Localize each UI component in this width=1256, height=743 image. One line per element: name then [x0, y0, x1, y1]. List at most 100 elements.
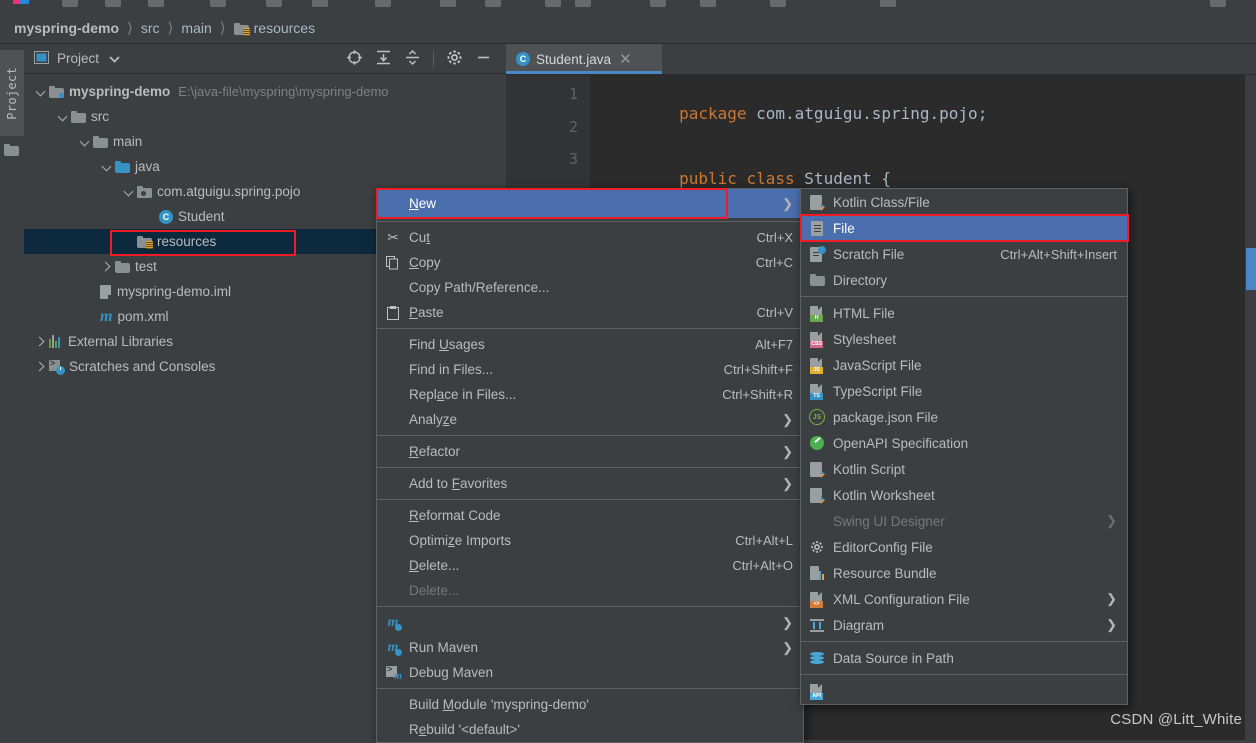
submenu-item-html-file[interactable]: H HTML File [801, 300, 1127, 326]
menu-item-label: Analyze [409, 412, 458, 427]
toolbar-icon[interactable] [375, 0, 391, 7]
tree-row-java[interactable]: java [24, 154, 506, 179]
editor-tab-student-java[interactable]: C Student.java ✕ [506, 44, 662, 74]
menu-item-copy[interactable]: Copy Ctrl+C [377, 250, 803, 275]
chevron-down-icon[interactable] [78, 135, 91, 148]
tree-row-src[interactable]: src [24, 104, 506, 129]
submenu-item-kotlin-worksheet[interactable]: Kotlin Worksheet [801, 482, 1127, 508]
toolbar-icon[interactable] [485, 0, 501, 7]
breadcrumb-item-resources[interactable]: resources [254, 20, 315, 36]
submenu-item-xml-configuration-file[interactable]: <> XML Configuration File ❯ [801, 586, 1127, 612]
menu-item-paste[interactable]: Paste Ctrl+V [377, 300, 803, 325]
settings-gear-icon[interactable] [446, 49, 463, 69]
editor-scrollbar[interactable] [1245, 75, 1256, 740]
menu-item-delete[interactable]: Delete... Ctrl+Alt+O [377, 553, 803, 578]
menu-item-label: Stylesheet [833, 331, 897, 347]
chevron-down-icon[interactable] [34, 85, 47, 98]
toolbar-icon[interactable] [770, 0, 786, 7]
breadcrumb-item-main[interactable]: main [181, 20, 211, 36]
menu-item-rebuild[interactable]: Rebuild '<default>' [377, 717, 803, 742]
chevron-down-icon[interactable] [109, 51, 120, 66]
menu-item-find-usages[interactable]: Find Usages Alt+F7 [377, 332, 803, 357]
submenu-item-diagram[interactable]: Diagram ❯ [801, 612, 1127, 638]
breadcrumb-item-src[interactable]: src [141, 20, 160, 36]
line-number: 2 [568, 118, 578, 136]
submenu-item-javascript-file[interactable]: JS JavaScript File [801, 352, 1127, 378]
submenu-item-kotlin-script[interactable]: Kotlin Script [801, 456, 1127, 482]
toolbar-icon[interactable] [700, 0, 716, 7]
submenu-item-openapi-specification[interactable]: OpenAPI Specification [801, 430, 1127, 456]
toolbar-icon[interactable] [880, 0, 896, 7]
menu-item-cut[interactable]: ✂ Cut Ctrl+X [377, 225, 803, 250]
menu-item-label: Refactor [409, 444, 461, 459]
toolbar-icon[interactable] [312, 0, 328, 7]
submenu-item-resource-bundle[interactable]: Resource Bundle [801, 560, 1127, 586]
menu-item-new[interactable]: New ❯ [377, 189, 803, 218]
scrollbar-thumb[interactable] [1246, 248, 1256, 290]
submenu-item-data-source-in-path[interactable]: Data Source in Path [801, 645, 1127, 671]
tree-row-main[interactable]: main [24, 129, 506, 154]
menu-item-reformat-code[interactable]: Reformat Code [377, 503, 803, 528]
module-folder-icon [49, 85, 64, 98]
submenu-item-http-request[interactable]: API [801, 678, 1127, 704]
menu-item-run-maven[interactable]: m ❯ [377, 610, 803, 635]
hide-panel-icon[interactable] [475, 49, 492, 69]
toolbar-icon[interactable] [105, 0, 121, 7]
toolbar-icon[interactable] [575, 0, 591, 7]
submenu-item-packagejson-file[interactable]: JS package.json File [801, 404, 1127, 430]
menu-item-label: EditorConfig File [833, 539, 933, 555]
menu-separator [801, 296, 1127, 297]
menu-item-analyze[interactable]: Analyze ❯ [377, 407, 803, 432]
toolbar-icon[interactable] [650, 0, 666, 7]
cut-icon: ✂ [387, 229, 399, 245]
menu-item-label: TypeScript File [833, 383, 923, 399]
chevron-right-icon[interactable] [100, 260, 113, 273]
submenu-item-stylesheet[interactable]: CSS Stylesheet [801, 326, 1127, 352]
menu-item-optimize-imports[interactable]: Optimize Imports Ctrl+Alt+L [377, 528, 803, 553]
collapse-all-icon[interactable] [404, 49, 421, 69]
toolbar-icon[interactable] [266, 0, 282, 7]
editorconfig-icon [809, 540, 825, 554]
toolbar-icon[interactable] [1210, 0, 1226, 7]
menu-item-open-terminal-maven[interactable]: m Debug Maven [377, 660, 803, 685]
close-icon[interactable]: ✕ [619, 50, 632, 68]
toolbar-icon[interactable] [545, 0, 561, 7]
chevron-down-icon[interactable] [56, 110, 69, 123]
chevron-down-icon[interactable] [100, 160, 113, 173]
tree-row-myspring-demo[interactable]: myspring-demo E:\java-file\myspring\mysp… [24, 79, 506, 104]
tree-label: myspring-demo.iml [117, 284, 232, 299]
chevron-right-icon[interactable] [34, 335, 47, 348]
submenu-item-directory[interactable]: Directory [801, 267, 1127, 293]
chevron-right-icon: ❯ [782, 475, 793, 491]
folder-icon [93, 135, 108, 148]
submenu-item-file[interactable]: File [801, 215, 1127, 241]
toolbar-icon[interactable] [440, 0, 456, 7]
menu-item-add-to-favorites[interactable]: Add to Favorites ❯ [377, 471, 803, 496]
menu-item-debug-maven[interactable]: m Run Maven ❯ [377, 635, 803, 660]
tool-window-button-project[interactable]: Project [0, 50, 24, 136]
diagram-icon [809, 618, 825, 632]
chevron-right-icon: ❯ [1106, 591, 1117, 606]
locate-icon[interactable] [346, 49, 363, 69]
code-text: com.atguigu.spring.pojo; [746, 104, 988, 123]
menu-item-copy-path[interactable]: Copy Path/Reference... [377, 275, 803, 300]
debug-maven-icon: m [385, 640, 403, 656]
breadcrumb-item-project[interactable]: myspring-demo [14, 20, 119, 36]
menu-item-label: Find in Files... [409, 362, 494, 377]
context-menu[interactable]: New ❯ ✂ Cut Ctrl+X Copy Ctrl+C Copy Path… [376, 188, 804, 743]
submenu-item-editorconfig-file[interactable]: EditorConfig File [801, 534, 1127, 560]
chevron-right-icon[interactable] [34, 360, 47, 373]
submenu-item-typescript-file[interactable]: TS TypeScript File [801, 378, 1127, 404]
menu-item-refactor[interactable]: Refactor ❯ [377, 439, 803, 464]
chevron-down-icon[interactable] [122, 185, 135, 198]
submenu-item-kotlin-class-file[interactable]: Kotlin Class/File [801, 189, 1127, 215]
menu-item-build-module[interactable]: Build Module 'myspring-demo' [377, 692, 803, 717]
new-submenu[interactable]: Kotlin Class/File File Scratch File Ctrl… [800, 188, 1129, 705]
expand-all-icon[interactable] [375, 49, 392, 69]
toolbar-icon[interactable] [62, 0, 78, 7]
menu-item-replace-in-files[interactable]: Replace in Files... Ctrl+Shift+R [377, 382, 803, 407]
menu-item-find-in-files[interactable]: Find in Files... Ctrl+Shift+F [377, 357, 803, 382]
toolbar-icon[interactable] [210, 0, 226, 7]
toolbar-icon[interactable] [148, 0, 164, 7]
submenu-item-scratch-file[interactable]: Scratch File Ctrl+Alt+Shift+Insert [801, 241, 1127, 267]
